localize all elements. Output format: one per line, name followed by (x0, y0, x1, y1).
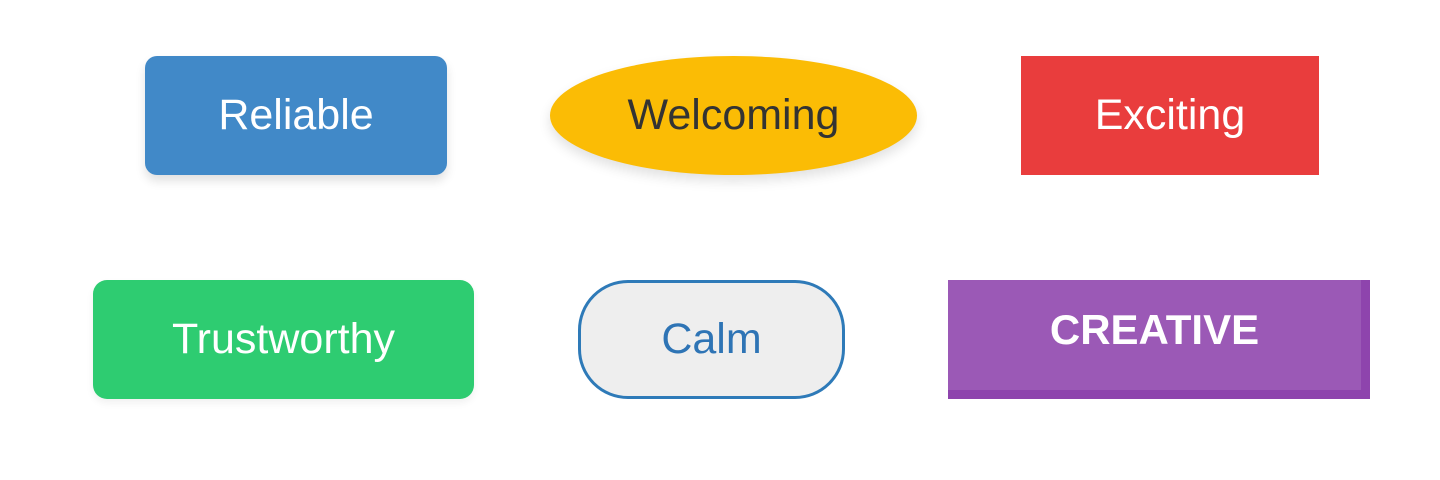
reliable-button[interactable]: Reliable (145, 56, 447, 175)
trustworthy-button[interactable]: Trustworthy (93, 280, 474, 399)
calm-button[interactable]: Calm (578, 280, 845, 399)
exciting-button[interactable]: Exciting (1021, 56, 1319, 175)
creative-button[interactable]: CREATIVE (948, 280, 1370, 399)
button-showcase: Reliable Welcoming Exciting Trustworthy … (0, 0, 1440, 480)
welcoming-button[interactable]: Welcoming (550, 56, 917, 175)
